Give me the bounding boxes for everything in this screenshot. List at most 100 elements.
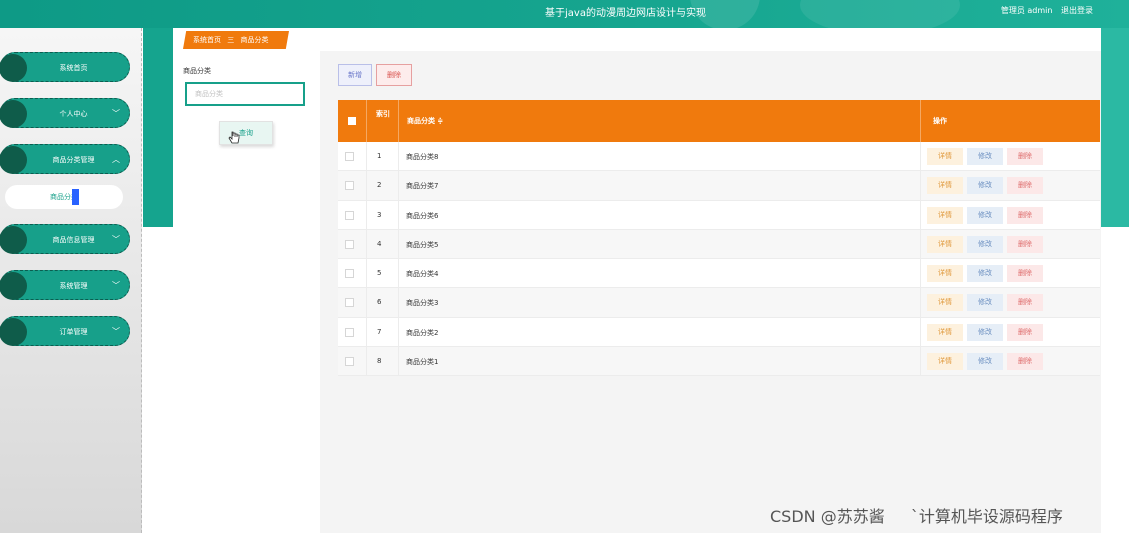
table-row: 5 商品分类4 详情 修改 删除 xyxy=(338,259,1100,289)
text-cursor-highlight xyxy=(72,189,79,205)
row-actions: 详情 修改 删除 xyxy=(920,229,1100,259)
chevron-down-icon: ﹀ xyxy=(112,235,120,244)
row-checkbox[interactable] xyxy=(345,210,354,220)
logout-link[interactable]: 退出登录 xyxy=(1061,6,1093,15)
edit-button[interactable]: 修改 xyxy=(967,294,1003,312)
detail-button[interactable]: 详情 xyxy=(927,206,963,224)
menu-dot-icon xyxy=(0,54,27,82)
edit-button[interactable]: 修改 xyxy=(967,323,1003,341)
detail-button[interactable]: 详情 xyxy=(927,353,963,371)
edit-button[interactable]: 修改 xyxy=(967,235,1003,253)
row-category-name: 商品分类2 xyxy=(406,328,439,337)
delete-button[interactable]: 删除 xyxy=(1007,265,1043,283)
user-area: 管理员 admin 退出登录 xyxy=(995,5,1093,16)
sidebar-item-product-management[interactable]: 商品信息管理 ﹀ xyxy=(0,224,130,254)
watermark: CSDN @苏苏酱 ˋ计算机毕设源码程序 xyxy=(770,507,1063,526)
row-checkbox[interactable] xyxy=(345,298,354,308)
row-index-cell: 4 xyxy=(366,229,398,259)
row-select-cell[interactable] xyxy=(338,142,366,170)
row-index-cell: 2 xyxy=(366,171,398,200)
detail-button[interactable]: 详情 xyxy=(927,235,963,253)
table-row: 2 商品分类7 详情 修改 删除 xyxy=(338,171,1100,201)
row-select-cell[interactable] xyxy=(338,259,366,287)
site-title: 基于java的动漫周边网店设计与实现 xyxy=(545,8,706,19)
delete-button[interactable]: 删除 xyxy=(1007,353,1043,371)
header-select-all[interactable] xyxy=(338,100,366,142)
user-role: 管理员 admin xyxy=(1000,6,1053,15)
select-all-checkbox[interactable] xyxy=(348,117,356,125)
delete-button[interactable]: 删除 xyxy=(1007,206,1043,224)
row-select-cell[interactable] xyxy=(338,318,366,346)
category-table: 索引 商品分类 ≑ 操作 1 商品分类8 详情 修改 删除 2 商品分类7 详情 修改 删除 3 商品… xyxy=(338,100,1100,377)
row-checkbox[interactable] xyxy=(345,357,354,367)
row-name-cell: 商品分类6 xyxy=(398,200,920,229)
decorative-ellipse xyxy=(800,0,960,28)
menu-dot-icon xyxy=(0,226,27,254)
sidebar-item-category-management[interactable]: 商品分类管理 ︿ xyxy=(0,144,130,174)
row-name-cell: 商品分类8 xyxy=(398,142,920,171)
row-name-cell: 商品分类5 xyxy=(398,229,920,259)
row-checkbox[interactable] xyxy=(345,239,354,249)
delete-button[interactable]: 删除 xyxy=(1007,177,1043,195)
sidebar-item-personal-center[interactable]: 个人中心 ﹀ xyxy=(0,98,130,128)
delete-button[interactable]: 删除 xyxy=(1007,294,1043,312)
row-index: 2 xyxy=(377,181,382,190)
detail-button[interactable]: 详情 xyxy=(927,177,963,195)
row-actions: 详情 修改 删除 xyxy=(920,171,1100,200)
detail-button[interactable]: 详情 xyxy=(927,265,963,283)
row-category-name: 商品分类8 xyxy=(406,153,439,161)
row-checkbox[interactable] xyxy=(345,269,354,279)
menu-dot-icon xyxy=(0,318,27,346)
sidebar-item-label: 个人中心 xyxy=(59,110,88,118)
delete-button[interactable]: 删除 xyxy=(1007,148,1043,165)
row-select-cell[interactable] xyxy=(338,230,366,258)
row-actions: 详情 修改 删除 xyxy=(920,288,1100,317)
breadcrumb-separator: 三 xyxy=(227,36,235,44)
sidebar: 系统首页 个人中心 ﹀ 商品分类管理 ︿ 商品分类 商品信息管理 ﹀ 系统管理 … xyxy=(0,28,142,533)
batch-delete-button[interactable]: 删除 xyxy=(376,64,412,86)
delete-button[interactable]: 删除 xyxy=(1007,235,1043,253)
edit-button[interactable]: 修改 xyxy=(967,353,1003,371)
table-row: 1 商品分类8 详情 修改 删除 xyxy=(338,142,1100,172)
header-operation-label: 操作 xyxy=(933,117,947,125)
row-checkbox[interactable] xyxy=(345,152,354,161)
chevron-up-icon: ︿ xyxy=(112,155,120,164)
sidebar-item-system-management[interactable]: 系统管理 ﹀ xyxy=(0,270,130,300)
detail-button[interactable]: 详情 xyxy=(927,294,963,312)
breadcrumb-home[interactable]: 系统首页 xyxy=(193,36,221,44)
edit-button[interactable]: 修改 xyxy=(967,265,1003,283)
row-select-cell[interactable] xyxy=(338,347,366,375)
sidebar-item-home[interactable]: 系统首页 xyxy=(0,52,130,82)
row-actions: 详情 修改 删除 xyxy=(920,200,1100,229)
row-select-cell[interactable] xyxy=(338,171,366,199)
row-index-cell: 7 xyxy=(366,317,398,347)
header-index-label: 索引 xyxy=(376,110,390,118)
header-name[interactable]: 商品分类 ≑ xyxy=(398,100,920,142)
menu-dot-icon xyxy=(0,100,27,128)
row-category-name: 商品分类3 xyxy=(406,299,439,308)
add-button[interactable]: 新增 xyxy=(338,64,372,86)
row-checkbox[interactable] xyxy=(345,327,354,337)
sidebar-item-order-management[interactable]: 订单管理 ﹀ xyxy=(0,316,130,346)
header-name-label: 商品分类 ≑ xyxy=(407,117,444,125)
chevron-down-icon: ﹀ xyxy=(112,281,120,290)
sidebar-item-label: 商品分类管理 xyxy=(52,156,95,164)
breadcrumb-current: 商品分类 xyxy=(240,36,269,44)
edit-button[interactable]: 修改 xyxy=(967,206,1003,224)
edit-button[interactable]: 修改 xyxy=(967,177,1003,195)
sidebar-subitem-category[interactable]: 商品分类 xyxy=(5,185,123,209)
row-index: 8 xyxy=(377,357,382,366)
table-body: 1 商品分类8 详情 修改 删除 2 商品分类7 详情 修改 删除 3 商品分类6 详情 修改 删除 4 商品分… xyxy=(338,142,1100,377)
detail-button[interactable]: 详情 xyxy=(927,148,963,165)
category-search-input[interactable] xyxy=(185,82,305,106)
row-index: 4 xyxy=(377,239,382,248)
delete-button[interactable]: 删除 xyxy=(1007,323,1043,341)
row-select-cell[interactable] xyxy=(338,201,366,229)
edit-button[interactable]: 修改 xyxy=(967,148,1003,165)
row-checkbox[interactable] xyxy=(345,181,354,191)
row-select-cell[interactable] xyxy=(338,288,366,316)
table-row: 3 商品分类6 详情 修改 删除 xyxy=(338,200,1100,230)
detail-button[interactable]: 详情 xyxy=(927,323,963,341)
chevron-down-icon: ﹀ xyxy=(112,109,120,118)
row-category-name: 商品分类6 xyxy=(406,211,439,220)
